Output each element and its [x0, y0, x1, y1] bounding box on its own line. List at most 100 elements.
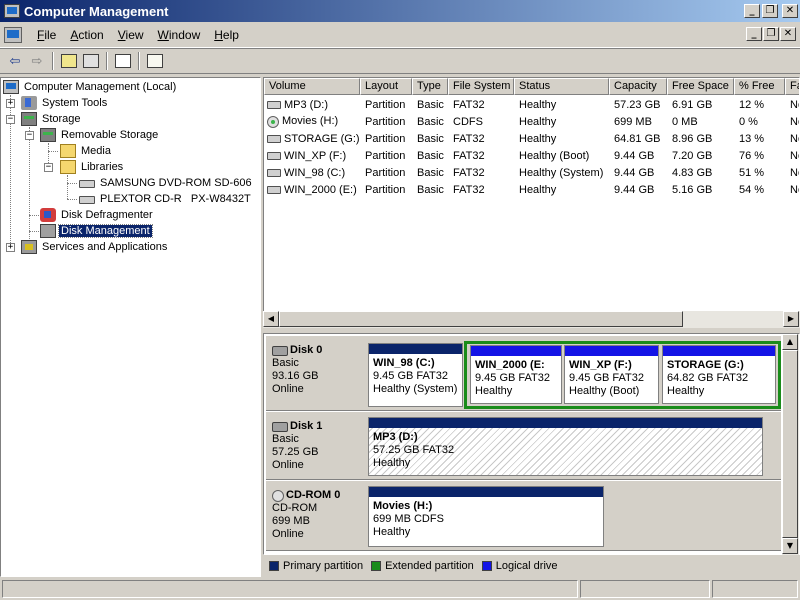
- table-cell-pct: 13 %: [739, 132, 765, 145]
- scroll-thumb[interactable]: [782, 350, 798, 538]
- tree-item-libraries[interactable]: Libraries: [60, 159, 125, 175]
- folder-icon: [60, 144, 76, 158]
- computer-icon: [3, 80, 19, 94]
- scroll-right-button[interactable]: ▶: [783, 311, 799, 327]
- table-row[interactable]: MP3 (D:) Partition Basic FAT32 Healthy 57.23 …: [264, 96, 799, 113]
- child-minimize-button[interactable]: _: [746, 27, 762, 41]
- scroll-down-button[interactable]: ▼: [782, 538, 798, 554]
- partition-win98[interactable]: WIN_98 (C:) 9.45 GB FAT32 Healthy (Syste…: [368, 343, 463, 407]
- legend-extended: Extended partition: [371, 560, 474, 572]
- table-row[interactable]: Movies (H:) Partition Basic CDFS Healthy 699 …: [264, 113, 799, 130]
- col-status[interactable]: Status: [514, 78, 609, 95]
- collapse-libraries[interactable]: −: [44, 163, 53, 172]
- properties-icon[interactable]: [112, 51, 134, 71]
- graph-vertical-scrollbar[interactable]: ▲ ▼: [782, 334, 799, 555]
- menu-action[interactable]: Action: [63, 28, 110, 42]
- table-row[interactable]: WIN_2000 (E:) Partition Basic FAT32 Healthy 9…: [264, 181, 799, 198]
- tree-item-media[interactable]: Media: [60, 143, 113, 159]
- forward-arrow-icon[interactable]: ⇨: [26, 51, 48, 71]
- tree-item-system-tools[interactable]: System Tools: [21, 95, 109, 111]
- table-cell-fs: FAT32: [453, 166, 485, 179]
- toolbar: ⇦ ⇨: [0, 48, 800, 74]
- menu-file[interactable]: File: [30, 28, 63, 42]
- menu-help[interactable]: Help: [207, 28, 246, 42]
- table-cell-fs: FAT32: [453, 98, 485, 111]
- cd-volume-icon: [267, 115, 279, 128]
- partition-mp3[interactable]: MP3 (D:) 57.25 GB FAT32 Healthy: [368, 417, 763, 476]
- col-layout[interactable]: Layout: [360, 78, 412, 95]
- child-restore-button[interactable]: ❐: [763, 27, 779, 41]
- scroll-left-button[interactable]: ◀: [263, 311, 279, 327]
- table-cell-free: 8.96 GB: [672, 132, 713, 145]
- partition-winxp[interactable]: WIN_XP (F:) 9.45 GB FAT32 Healthy (Boot): [564, 345, 659, 404]
- primary-swatch: [269, 561, 279, 571]
- up-folder-icon[interactable]: [58, 51, 80, 71]
- hard-disk-icon: [272, 421, 288, 432]
- col-percent-free[interactable]: % Free: [734, 78, 785, 95]
- collapse-storage[interactable]: −: [6, 115, 15, 124]
- toolbar-separator: [52, 52, 54, 70]
- maximize-button[interactable]: ❐: [762, 4, 778, 18]
- volume-icon: [267, 168, 281, 177]
- partition-storage[interactable]: STORAGE (G:) 64.82 GB FAT32 Healthy: [662, 345, 776, 404]
- storage-icon: [21, 112, 37, 126]
- tree-item-plextor-cdr[interactable]: PLEXTOR CD-R PX-W8432T: [79, 191, 253, 207]
- tree-item-root[interactable]: Computer Management (Local): [3, 79, 178, 95]
- disk-row[interactable]: Disk 0 Basic 93.16 GB Online WIN_98 (C:)…: [266, 336, 781, 411]
- tree-item-services-and-applications[interactable]: Services and Applications: [21, 239, 169, 255]
- menu-window[interactable]: Window: [151, 28, 208, 42]
- col-volume[interactable]: Volume: [264, 78, 360, 95]
- table-row[interactable]: WIN_XP (F:) Partition Basic FAT32 Healthy (B…: [264, 147, 799, 164]
- console-tree[interactable]: Computer Management (Local) + System Too…: [0, 77, 261, 577]
- partition-movies[interactable]: Movies (H:) 699 MB CDFS Healthy: [368, 486, 604, 547]
- disk-row[interactable]: Disk 1 Basic 57.25 GB Online MP3 (D:) 57…: [266, 412, 781, 480]
- scroll-thumb[interactable]: [279, 311, 683, 327]
- disk-management-icon: [40, 224, 56, 238]
- console-icon[interactable]: [4, 26, 22, 43]
- collapse-removable-storage[interactable]: −: [25, 131, 34, 140]
- col-file-system[interactable]: File System: [448, 78, 514, 95]
- table-cell-status: Healthy (Boot): [519, 149, 590, 162]
- extended-swatch: [371, 561, 382, 571]
- tree-item-samsung-dvd[interactable]: SAMSUNG DVD-ROM SD-606: [79, 175, 254, 191]
- disk-info: CD-ROM 0 CD-ROM 699 MB Online: [272, 489, 341, 540]
- disk-row[interactable]: CD-ROM 0 CD-ROM 699 MB Online Movies (H:…: [266, 481, 781, 551]
- col-fault-tolerance[interactable]: Fa: [785, 78, 799, 95]
- list-horizontal-scrollbar[interactable]: ◀ ▶: [263, 311, 800, 328]
- tree-item-disk-management[interactable]: Disk Management: [40, 223, 153, 239]
- table-cell-capacity: 9.44 GB: [614, 183, 655, 196]
- table-cell-volume: WIN_XP (F:): [264, 150, 360, 162]
- menu-bar: File Action View Window Help _ ❐ ✕: [0, 22, 800, 48]
- table-cell-capacity: 9.44 GB: [614, 166, 655, 179]
- partition-win2000[interactable]: WIN_2000 (E: 9.45 GB FAT32 Healthy: [470, 345, 562, 404]
- table-row[interactable]: STORAGE (G:) Partition Basic FAT32 Healthy 64…: [264, 130, 799, 147]
- child-close-button[interactable]: ✕: [780, 27, 796, 41]
- table-cell-free: 5.16 GB: [672, 183, 713, 196]
- table-row[interactable]: WIN_98 (C:) Partition Basic FAT32 Healthy (S…: [264, 164, 799, 181]
- expand-system-tools[interactable]: +: [6, 99, 15, 108]
- tree-item-storage[interactable]: Storage: [21, 111, 83, 127]
- show-hide-tree-icon[interactable]: [80, 51, 102, 71]
- toolbar-separator: [138, 52, 140, 70]
- help-icon[interactable]: [144, 51, 166, 71]
- table-cell-fs: CDFS: [453, 115, 483, 128]
- minimize-button[interactable]: _: [744, 4, 760, 18]
- volume-list[interactable]: Volume Layout Type File System Status Ca…: [263, 77, 800, 327]
- tree-item-removable-storage[interactable]: Removable Storage: [40, 127, 160, 143]
- back-arrow-icon[interactable]: ⇦: [4, 51, 26, 71]
- computer-management-icon[interactable]: [4, 4, 20, 18]
- tree-item-disk-defragmenter[interactable]: Disk Defragmenter: [40, 207, 155, 223]
- scroll-up-button[interactable]: ▲: [782, 334, 798, 350]
- disk-graphical-view[interactable]: Disk 0 Basic 93.16 GB Online WIN_98 (C:)…: [263, 333, 800, 555]
- col-capacity[interactable]: Capacity: [609, 78, 667, 95]
- menu-view[interactable]: View: [111, 28, 151, 42]
- close-button[interactable]: ✕: [782, 4, 798, 18]
- col-type[interactable]: Type: [412, 78, 448, 95]
- expand-services[interactable]: +: [6, 243, 15, 252]
- table-cell-layout: Partition: [365, 183, 406, 196]
- col-free-space[interactable]: Free Space: [667, 78, 734, 95]
- table-cell-layout: Partition: [365, 132, 406, 145]
- table-cell-type: Basic: [417, 132, 444, 145]
- table-cell-free: 7.20 GB: [672, 149, 713, 162]
- legend: Primary partition Extended partition Log…: [263, 555, 800, 577]
